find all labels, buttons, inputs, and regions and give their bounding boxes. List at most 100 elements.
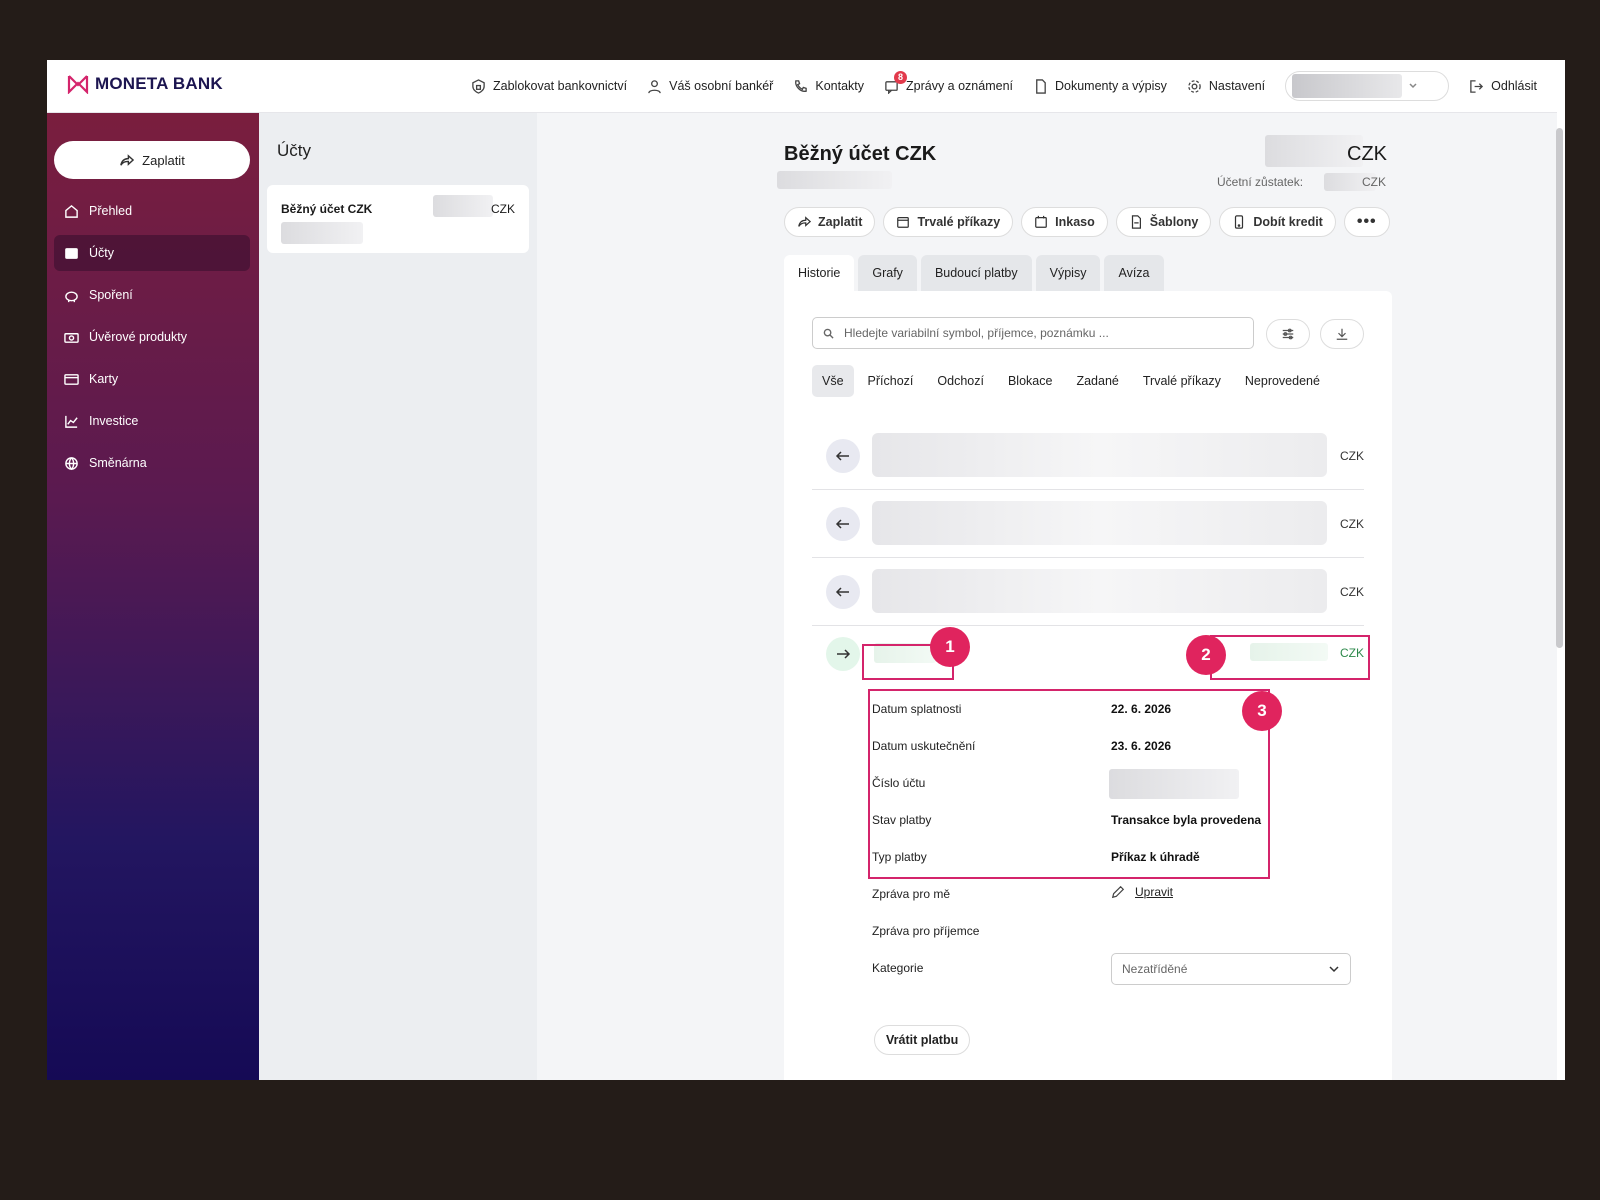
sidebar-menu: Přehled Účty Spoření Úvěrové produkty Ka… [54,193,250,487]
nav-documents[interactable]: Dokumenty a výpisy [1033,78,1167,94]
download-icon [1336,328,1348,340]
action-standing-orders-button[interactable]: Trvalé příkazy [883,207,1014,237]
annotation-badge-1: 1 [930,627,970,667]
search-icon [823,328,834,339]
top-navigation: Zablokovat bankovnictví Váš osobní banké… [471,60,1537,112]
tab-charts[interactable]: Grafy [858,255,917,291]
sidebar-item-accounts[interactable]: Účty [54,235,250,271]
detail-value: 23. 6. 2026 [1111,739,1172,753]
sidebar-item-label: Účty [89,246,114,260]
more-actions-button[interactable]: ••• [1343,207,1390,237]
detail-label: Stav platby [872,813,932,827]
balance-currency-small: CZK [1362,175,1386,189]
logout-button[interactable]: Odhlásit [1469,79,1537,94]
transaction-row[interactable]: CZK [812,557,1364,626]
action-direct-debit-button[interactable]: Inkaso [1021,207,1108,237]
category-value: Nezatříděné [1122,962,1188,976]
tab-statements[interactable]: Výpisy [1035,255,1101,291]
edit-note-link[interactable]: Upravit [1111,885,1173,899]
page-title: Běžný účet CZK [784,143,937,165]
sidebar-item-savings[interactable]: Spoření [54,277,250,313]
account-balance-redacted [433,195,493,217]
accounts-panel: Účty Běžný účet CZK CZK [259,113,537,1080]
calendar-icon [1035,215,1048,228]
account-number-redacted [281,222,363,244]
account-tabs: Historie Grafy Budoucí platby Výpisy Aví… [784,255,1164,291]
tab-history[interactable]: Historie [784,255,855,291]
calendar-repeat-icon [897,217,910,228]
person-icon [648,79,661,93]
transaction-filters: Vše Příchozí Odchozí Blokace Zadané Trva… [812,365,1330,397]
sidebar-item-overview[interactable]: Přehled [54,193,250,229]
globe-icon [65,456,78,470]
action-templates-button[interactable]: Šablony [1115,207,1212,237]
sidebar-item-label: Karty [89,372,119,386]
filter-standing-orders[interactable]: Trvalé příkazy [1133,365,1231,397]
pay-button[interactable]: Zaplatit [54,141,250,179]
nav-messages[interactable]: 8 Zprávy a oznámení [884,70,1013,94]
transaction-currency: CZK [1340,449,1364,463]
transaction-details-redacted [872,569,1327,613]
sidebar-item-label: Investice [89,414,139,428]
nav-contacts[interactable]: Kontakty [793,79,864,94]
tab-advices[interactable]: Avíza [1104,255,1164,291]
account-card-name: Běžný účet CZK [281,202,373,216]
filter-incoming[interactable]: Příchozí [858,365,924,397]
main-content: Běžný účet CZK CZK Účetní zůstatek: CZK … [537,113,1557,1080]
filter-failed[interactable]: Neprovedené [1235,365,1330,397]
transaction-currency: CZK [1340,585,1364,599]
transaction-row[interactable]: CZK [812,489,1364,558]
detail-label: Číslo účtu [872,776,926,790]
detail-label: Kategorie [872,961,924,975]
scrollbar[interactable] [1556,128,1563,648]
filter-blocked[interactable]: Blokace [998,365,1062,397]
action-label: Inkaso [1055,215,1095,229]
download-button[interactable] [1320,319,1364,349]
chevron-down-icon [1329,966,1339,973]
detail-value: 22. 6. 2026 [1111,702,1172,716]
messages-badge: 8 [894,70,908,84]
nav-block-banking[interactable]: Zablokovat bankovnictví [471,78,627,94]
filter-all[interactable]: Vše [812,365,854,397]
wallet-icon [65,247,78,259]
transaction-search [812,317,1254,349]
detail-label: Datum splatnosti [872,702,962,716]
sidebar-item-investments[interactable]: Investice [54,403,250,439]
money-icon [64,332,79,343]
filter-settings-button[interactable] [1266,319,1310,349]
refund-payment-button[interactable]: Vrátit platbu [874,1025,971,1055]
account-card-currency: CZK [491,202,515,216]
nav-personal-banker[interactable]: Váš osobní bankéř [647,79,773,94]
category-select[interactable]: Nezatříděné [1111,953,1351,985]
tab-future-payments[interactable]: Budoucí platby [920,255,1032,291]
filter-entered[interactable]: Zadané [1066,365,1128,397]
outgoing-arrow-icon [826,439,860,473]
highlight-box-2 [1210,635,1370,680]
action-pay-button[interactable]: Zaplatit [784,207,876,237]
detail-label: Zpráva pro příjemce [872,924,980,938]
more-icon: ••• [1356,213,1377,230]
nav-settings[interactable]: Nastavení [1187,79,1265,94]
transaction-row[interactable]: CZK [812,421,1364,490]
action-top-up-button[interactable]: Dobít kredit [1219,207,1336,237]
sidebar-item-exchange[interactable]: Směnárna [54,445,250,481]
nav-label: Dokumenty a výpisy [1055,79,1167,93]
account-card[interactable]: Běžný účet CZK CZK [267,185,529,253]
card-icon [64,373,79,385]
detail-label: Zpráva pro mě [872,887,951,901]
sidebar-item-cards[interactable]: Karty [54,361,250,397]
user-name-redacted [1292,74,1403,98]
sidebar-item-loans[interactable]: Úvěrové produkty [54,319,250,355]
user-selector[interactable] [1285,71,1450,101]
history-panel: Vše Příchozí Odchozí Blokace Zadané Trva… [784,291,1392,1080]
moneta-logo[interactable]: MONETA BANK [67,74,223,94]
chart-icon [65,415,78,428]
transaction-currency: CZK [1340,517,1364,531]
annotation-badge-2: 2 [1186,635,1226,675]
document-icon [1036,78,1046,94]
sliders-icon [1282,328,1294,340]
search-input[interactable] [842,325,1246,341]
action-label: Zaplatit [818,215,863,229]
filter-outgoing[interactable]: Odchozí [927,365,994,397]
mobile-icon [1235,215,1244,229]
